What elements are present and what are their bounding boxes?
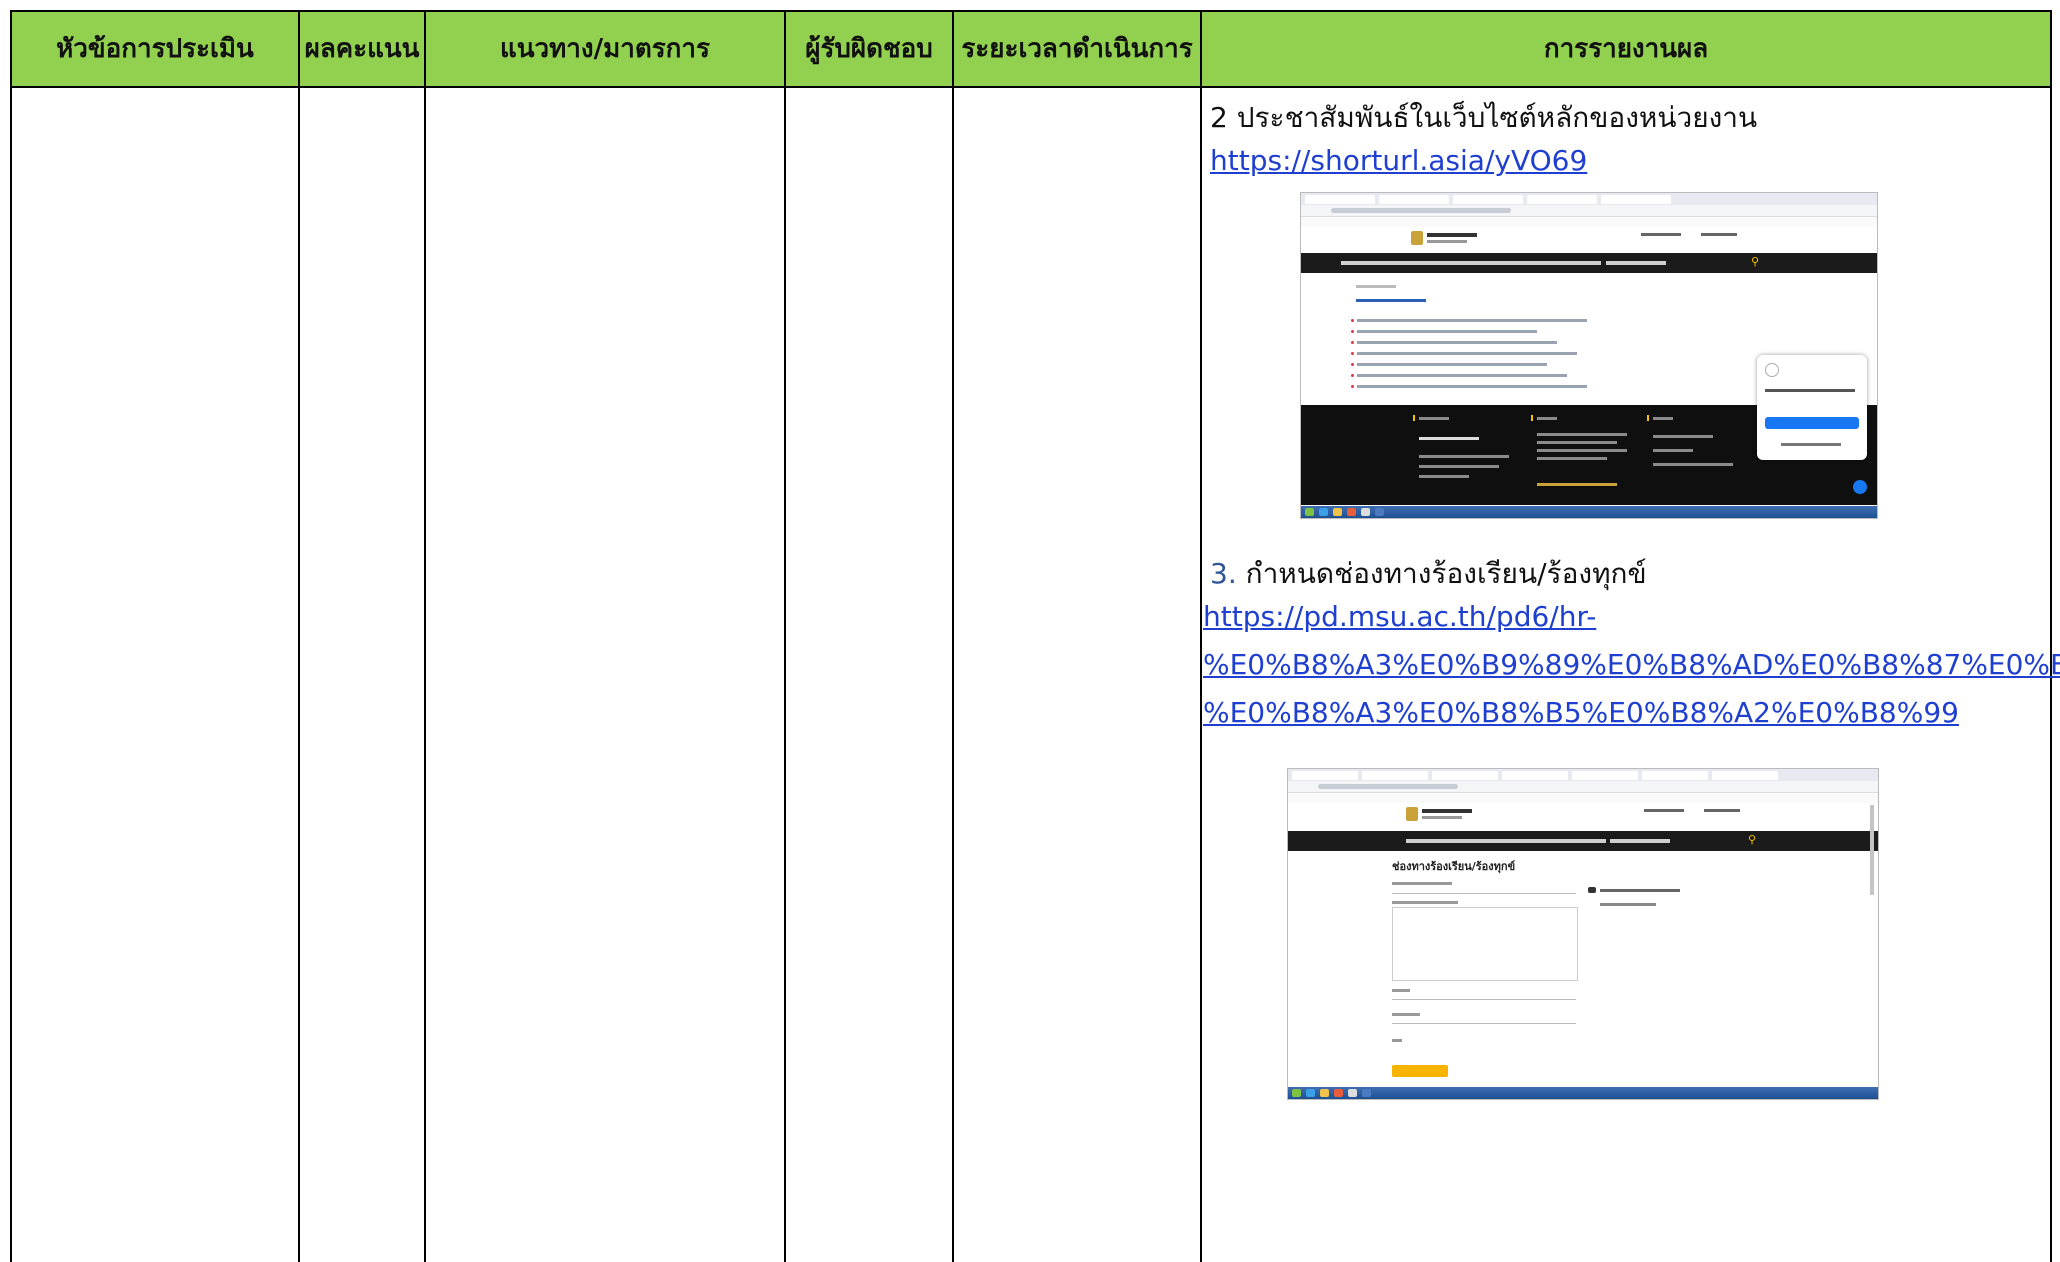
table-border-top: [10, 10, 2052, 12]
header-duration: ระยะเวลาดำเนินการ: [961, 34, 1193, 64]
header-responsible: ผู้รับผิดชอบ: [805, 34, 933, 64]
table-border-right: [2050, 10, 2052, 1262]
submit-complaint-button: [1392, 1065, 1448, 1077]
browser-address-bar: [1288, 781, 1878, 793]
table-border-left: [10, 10, 12, 1262]
header-divider: [10, 86, 2052, 88]
site-logo-icon: [1406, 803, 1476, 825]
browser-tab-bar: [1288, 769, 1878, 781]
report-item-3-text: 3. กำหนดช่องทางร้องเรียน/ร้องทุกข์: [1210, 552, 1647, 596]
search-icon: ⚲: [1748, 833, 1757, 846]
header-assessment-topic: หัวข้อการประเมิน: [56, 34, 254, 64]
website-homepage-screenshot: ⚲: [1300, 192, 1878, 519]
report-item-3-label: กำหนดช่องทางร้องเรียน/ร้องทุกข์: [1236, 557, 1647, 590]
column-divider: [952, 10, 954, 1262]
windows-taskbar: [1288, 1087, 1878, 1099]
report-item-3-number: 3.: [1210, 557, 1237, 590]
chat-start-button: [1765, 417, 1859, 429]
header-report: การรายงานผล: [1543, 34, 1709, 64]
messenger-icon: [1853, 480, 1867, 494]
report-item-3-link-part-1[interactable]: https://pd.msu.ac.th/pd6/hr-: [1203, 600, 1596, 633]
browser-address-bar: [1301, 205, 1877, 217]
report-item-3-link-part-2[interactable]: %E0%B8%A3%E0%B9%89%E0%B8%AD%E0%B8%87%E0%…: [1203, 648, 2060, 681]
column-divider: [1200, 10, 1202, 1262]
report-item-2-text: 2 ประชาสัมพันธ์ในเว็บไซต์หลักของหน่วยงาน: [1210, 101, 1758, 134]
column-divider: [298, 10, 300, 1262]
browser-tab-bar: [1301, 193, 1877, 205]
column-divider: [784, 10, 786, 1262]
site-navbar: ⚲: [1301, 253, 1877, 273]
header-guideline: แนวทาง/มาตรการ: [500, 34, 710, 64]
complaint-page-screenshot: ⚲ ช่องทางร้องเรียน/ร้องทุกข์: [1287, 768, 1879, 1100]
windows-taskbar: [1301, 506, 1877, 518]
site-navbar: ⚲: [1288, 831, 1878, 851]
messenger-chat-popup: [1757, 355, 1867, 460]
complaint-form-title: ช่องทางร้องเรียน/ร้องทุกข์: [1392, 860, 1516, 873]
site-logo-icon: [1411, 227, 1481, 249]
header-score: ผลคะแนน: [304, 34, 420, 64]
report-item-2-link[interactable]: https://shorturl.asia/yVO69: [1210, 144, 1587, 177]
search-icon: ⚲: [1751, 255, 1760, 268]
report-item-3-link-part-3[interactable]: %E0%B8%A3%E0%B8%B5%E0%B8%A2%E0%B8%99: [1203, 696, 1959, 729]
column-divider: [424, 10, 426, 1262]
